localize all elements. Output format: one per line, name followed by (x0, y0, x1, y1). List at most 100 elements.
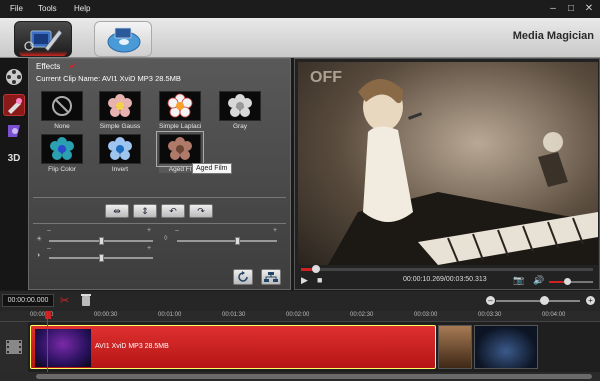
effect-label: None (54, 123, 70, 130)
menu-tools[interactable]: Tools (38, 4, 57, 13)
brightness-icon: ☀ (36, 236, 43, 243)
effects-panel: Effects ✔ Current Clip Name: AVI1 XviD M… (28, 58, 291, 290)
menu-help[interactable]: Help (74, 4, 90, 13)
saturation-icon: ◑ (36, 252, 41, 259)
volume-knob[interactable] (564, 278, 571, 285)
rotate-left-button[interactable]: ↶ (161, 204, 185, 218)
player-controls: ▶ ■ 00:00:10.269/00:03:50.313 📷 🔊 (295, 273, 600, 289)
split-scissors-icon[interactable]: ✂ (60, 294, 69, 307)
reset-button[interactable] (233, 269, 253, 285)
play-icon[interactable]: ▶ (301, 275, 308, 286)
clip-thumbnail (35, 329, 91, 367)
contrast-slider[interactable] (177, 237, 277, 245)
snapshot-icon[interactable]: 📷 (513, 275, 524, 286)
ruler-tick: 00:01:30 (222, 312, 246, 318)
slider-minus: – (47, 245, 51, 252)
brightness-slider[interactable] (49, 237, 153, 245)
effect-label: Invert (111, 166, 129, 173)
stop-icon[interactable]: ■ (317, 275, 322, 285)
trash-icon[interactable] (80, 293, 92, 309)
tooltip: Aged Film (192, 163, 232, 174)
playback-progress[interactable] (301, 265, 593, 273)
effect-none[interactable]: None (41, 91, 83, 130)
effects-title: Effects (36, 62, 61, 71)
refresh-icon (238, 271, 248, 282)
effect-simple-gauss[interactable]: Simple Gauss (99, 91, 141, 130)
scrollbar-thumb[interactable] (36, 374, 592, 379)
ruler-tick: 00:01:00 (158, 312, 182, 318)
effect-simple-laplacian[interactable]: Simple Laplaci (159, 91, 201, 130)
rotate-right-button[interactable]: ↷ (189, 204, 213, 218)
video-frame[interactable]: OFF (298, 62, 598, 265)
timeline-clip[interactable] (438, 325, 472, 369)
progress-knob[interactable] (312, 265, 320, 273)
volume-slider[interactable] (549, 278, 593, 285)
disc-export-icon (107, 27, 141, 53)
divider (33, 197, 286, 198)
zoom-slider[interactable] (496, 300, 580, 302)
time-readout: 00:00:10.269/00:03:50.313 (403, 276, 487, 283)
timeline-clip[interactable]: AVI1 XviD MP3 28.5MB (30, 325, 436, 369)
effect-label: Simple Laplaci (159, 123, 201, 130)
video-track: AVI1 XviD MP3 28.5MB (0, 322, 600, 372)
effect-label: Flip Color (48, 166, 76, 173)
saturation-slider-thumb[interactable] (99, 254, 104, 262)
ruler-tick: 00:02:30 (350, 312, 374, 318)
ruler-tick: 00:00:30 (94, 312, 118, 318)
menu-file[interactable]: File (10, 4, 23, 13)
effect-label: Gray (232, 123, 248, 130)
current-clip-name: Current Clip Name: AVI1 XviD MP3 28.5MB (36, 74, 181, 83)
ruler-tick: 00:03:30 (478, 312, 502, 318)
effect-gray[interactable]: Gray (219, 91, 261, 130)
slider-plus: + (147, 227, 152, 234)
tab-edit[interactable] (14, 21, 72, 57)
divider (33, 223, 286, 224)
preview-player: OFF ▶ ■ 00:00:10.269/00:03:50.313 📷 🔊 (294, 58, 600, 290)
header: Media Magician (0, 18, 600, 58)
ruler-tick: 00:02:00 (286, 312, 310, 318)
effect-invert[interactable]: Invert (99, 134, 141, 173)
ruler-tick: 00:03:00 (414, 312, 438, 318)
ruler-tick: 00:04:00 (542, 312, 566, 318)
check-icon[interactable]: ✔ (69, 61, 77, 72)
volume-icon[interactable]: 🔊 (533, 275, 544, 286)
zoom-knob[interactable] (540, 296, 549, 305)
svg-text:OFF: OFF (310, 69, 342, 86)
playhead-marker[interactable] (45, 311, 51, 319)
timeline-scrollbar[interactable] (0, 372, 600, 381)
side-toolbar: 3D (0, 58, 28, 290)
active-tab-glow (19, 51, 67, 56)
zoom-out-button[interactable]: – (486, 296, 495, 305)
zoom-in-button[interactable]: + (586, 296, 595, 305)
timeline-clip[interactable] (474, 325, 538, 369)
contrast-slider-thumb[interactable] (235, 237, 240, 245)
film-strip-icon (6, 340, 22, 354)
transition-tool-icon[interactable] (3, 120, 25, 142)
restore-button[interactable]: □ (564, 2, 578, 16)
flip-vertical-button[interactable]: ⇕ (133, 204, 157, 218)
apply-to-all-button[interactable] (261, 269, 281, 285)
flip-horizontal-button[interactable]: ⇹ (105, 204, 129, 218)
3d-tool-icon[interactable]: 3D (3, 148, 25, 170)
slider-minus: – (47, 227, 51, 234)
timeline-toolbar: 00:00:00.000 ✂ – + (0, 291, 600, 311)
video-content: OFF (310, 69, 598, 265)
tab-export[interactable] (94, 21, 152, 57)
saturation-slider[interactable] (49, 254, 153, 262)
playhead-line (47, 311, 48, 372)
close-button[interactable]: ✕ (582, 2, 596, 16)
slider-plus: + (273, 227, 278, 234)
flower-icon (219, 91, 261, 121)
effects-tool-icon[interactable] (3, 94, 25, 116)
timeline-ruler[interactable]: 00:00:00 00:00:30 00:01:00 00:01:30 00:0… (0, 311, 600, 322)
clip-label: AVI1 XviD MP3 28.5MB (95, 343, 169, 350)
menu-bar: File Tools Help – □ ✕ (0, 0, 600, 18)
hierarchy-icon (264, 272, 278, 282)
track-header (0, 322, 28, 372)
effect-label: Simple Gauss (99, 123, 141, 130)
film-reel-icon[interactable] (3, 66, 25, 88)
app-title: Media Magician (512, 30, 594, 42)
minimize-button[interactable]: – (546, 2, 560, 16)
brightness-slider-thumb[interactable] (99, 237, 104, 245)
effect-flip-color[interactable]: Flip Color (41, 134, 83, 173)
